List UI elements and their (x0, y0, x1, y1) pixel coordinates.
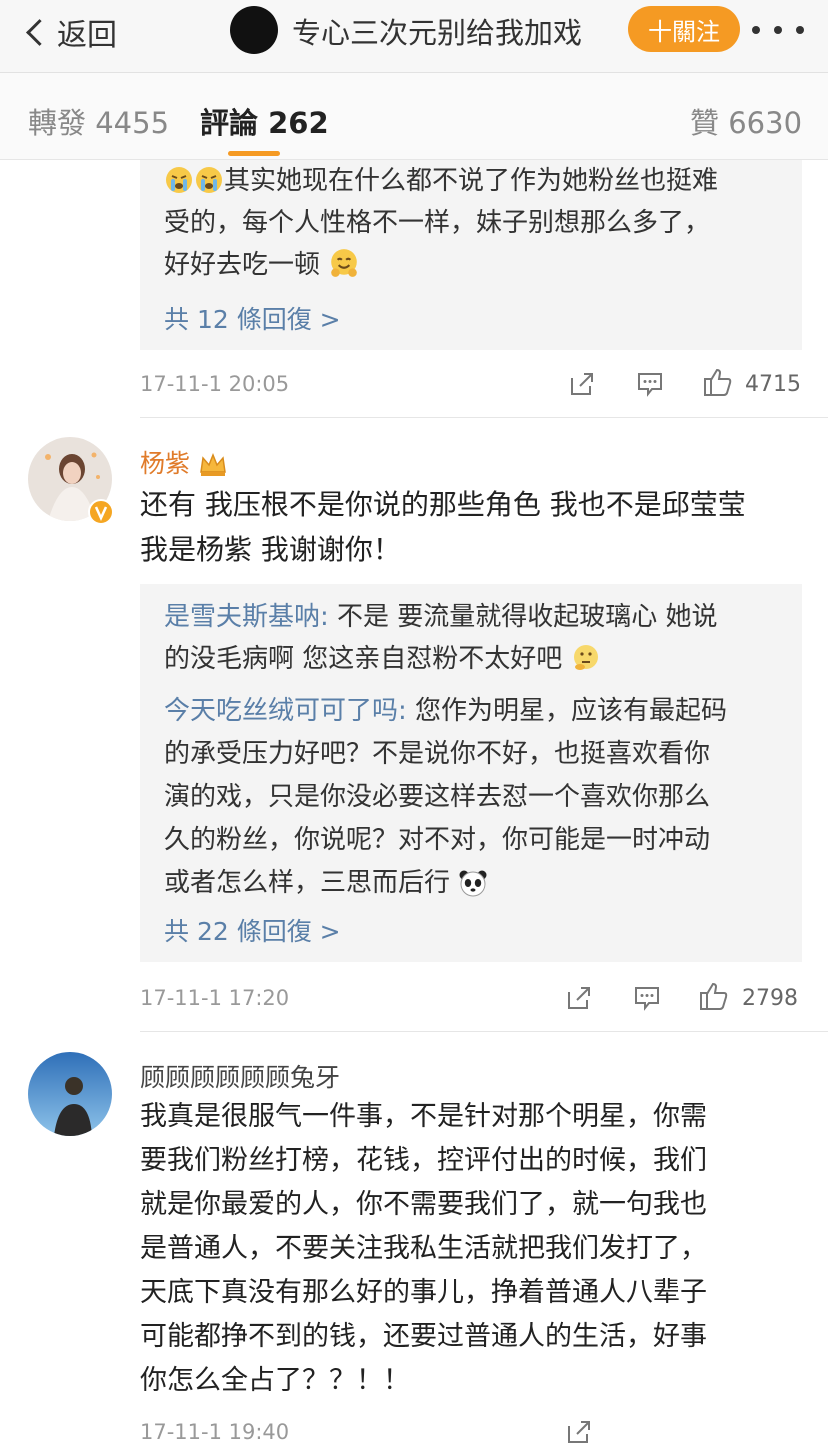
tab-likes[interactable]: 贊 6630 (690, 100, 802, 142)
crying-emoji-icon (166, 167, 192, 193)
username[interactable]: 杨紫 (140, 444, 228, 480)
comment-time: 17-11-1 19:40 (140, 1420, 290, 1444)
back-label: 返回 (57, 18, 117, 53)
reply-text-line: 是雪夫斯基呐: 不是 要流量就得收起玻璃心 她说 (164, 602, 718, 632)
reply-text-line: 的没毛病啊 您这亲自怼粉不太好吧 (164, 638, 784, 680)
reply-preview-box[interactable]: 其实她现在什么都不说了作为她粉丝也挺难 受的，每个人性格不一样，妹子别想那么多了… (140, 160, 802, 350)
chevron-left-icon (26, 18, 53, 46)
top-nav-bar: 返回 专心三次元别给我加戏 十關注 (0, 0, 828, 73)
panda-emoji-icon (459, 870, 487, 897)
reply-text-line: 演的戏，只是你没必要这样去怼一个喜欢你那么 (164, 782, 711, 812)
crown-vip-icon (200, 452, 226, 476)
reply-text-line: 其实她现在什么都不说了作为她粉丝也挺难 (164, 160, 784, 202)
comment-text-line: 我真是很服气一件事，不是针对那个明星，你需 (140, 1101, 707, 1132)
comment-icon[interactable] (636, 370, 664, 398)
follow-button[interactable]: 十關注 (628, 6, 740, 52)
like-count: 4715 (745, 372, 801, 397)
share-icon[interactable] (565, 984, 593, 1012)
crying-emoji-icon (196, 167, 222, 193)
comment-text-line: 可能都挣不到的钱，还要过普通人的生活，好事 (140, 1321, 707, 1352)
comment-text-line: 还有 我压根不是你说的那些角色 我也不是邱莹莹 (140, 488, 746, 521)
more-replies-link[interactable]: 共 12 條回復 > (164, 300, 341, 336)
username[interactable]: 顾顾顾顾顾顾兔牙 (140, 1058, 340, 1094)
share-icon[interactable] (568, 370, 596, 398)
comment-text-line: 我是杨紫 我谢谢你！ (140, 533, 401, 566)
reply-text-line: 今天吃丝绒可可了吗: 您作为明星，应该有最起码 (164, 696, 728, 726)
more-replies-link[interactable]: 共 22 條回復 > (164, 912, 341, 948)
author-avatar[interactable] (230, 6, 278, 54)
comment-divider (140, 417, 828, 418)
reply-text-line: 或者怎么样，三思而后行 (164, 862, 784, 904)
reply-preview-box[interactable]: 是雪夫斯基呐: 不是 要流量就得收起玻璃心 她说 的没毛病啊 您这亲自怼粉不太好… (140, 584, 802, 962)
comment-text-line: 是普通人，不要关注我私生活就把我们发打了， (140, 1233, 707, 1264)
reply-text-line: 的承受压力好吧？不是说你不好，也挺喜欢看你 (164, 739, 711, 769)
comment-divider (140, 1031, 828, 1032)
share-icon[interactable] (565, 1418, 593, 1446)
reply-text-line: 好好去吃一顿 (164, 244, 784, 286)
hug-emoji-icon (331, 249, 358, 277)
reply-text-line: 久的粉丝，你说呢？对不对，你可能是一时冲动 (164, 825, 711, 855)
verified-v-badge-icon (88, 499, 114, 525)
comment-text-line: 就是你最爱的人，你不需要我们了，就一句我也 (140, 1189, 707, 1220)
tab-comments[interactable]: 評論 262 (200, 100, 329, 142)
like-icon[interactable] (698, 980, 730, 1012)
back-button[interactable]: 返回 (22, 8, 117, 56)
comment-text-line: 要我们粉丝打榜，花钱，控评付出的时候，我们 (140, 1145, 707, 1176)
tab-bar: 轉發 4455 評論 262 贊 6630 (0, 73, 828, 160)
user-avatar[interactable] (28, 1052, 112, 1136)
more-options-icon[interactable] (752, 18, 804, 42)
like-count: 2798 (742, 986, 798, 1011)
page-title: 专心三次元别给我加戏 (292, 16, 583, 50)
reply-author[interactable]: 今天吃丝绒可可了吗: (164, 696, 407, 726)
comment-icon[interactable] (633, 984, 661, 1012)
comment-text-line: 天底下真没有那么好的事儿，挣着普通人八辈子 (140, 1277, 707, 1308)
tab-reposts[interactable]: 轉發 4455 (28, 100, 169, 142)
like-icon[interactable] (702, 366, 734, 398)
active-tab-indicator (228, 151, 280, 156)
reply-text-line: 受的，每个人性格不一样，妹子别想那么多了， (164, 208, 711, 238)
comment-time: 17-11-1 17:20 (140, 986, 290, 1010)
thinking-emoji-icon (573, 645, 598, 670)
comment-text-line: 你怎么全占了？？！！ (140, 1365, 410, 1396)
comment-time: 17-11-1 20:05 (140, 372, 290, 396)
reply-author[interactable]: 是雪夫斯基呐: (164, 602, 329, 632)
